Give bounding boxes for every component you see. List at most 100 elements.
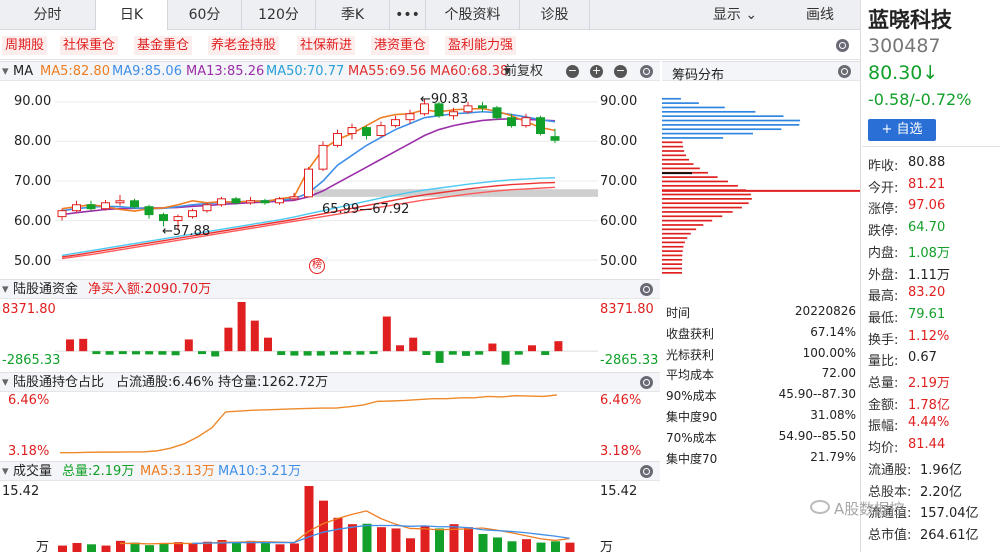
- lgt-bar: [118, 351, 127, 355]
- volume-chart[interactable]: [0, 482, 660, 552]
- lgt-fund-chart[interactable]: [0, 300, 660, 372]
- holding-axis-top: 6.46%: [8, 393, 50, 408]
- price-axis-label: 90.00: [600, 94, 638, 109]
- quote-label: 外盘:: [868, 267, 899, 283]
- quote-label: 最高:: [868, 289, 899, 305]
- quote-value: 1.08万: [908, 245, 950, 261]
- tag-fund-holding[interactable]: 基金重仓: [134, 36, 193, 55]
- chip-bar: [662, 106, 725, 109]
- display-menu[interactable]: 显示 ⌄: [690, 0, 780, 30]
- tab-quarter-k[interactable]: 季K: [316, 0, 390, 30]
- quote-label: 换手:: [868, 332, 899, 348]
- chip-bar: [662, 224, 704, 226]
- display-label: 显示: [712, 6, 741, 23]
- tab-daily-k[interactable]: 日K: [96, 0, 168, 30]
- price-axis-label: 70.00: [14, 174, 52, 189]
- ma9-value: MA9:85.06: [112, 64, 182, 79]
- price-axis-label: 80.00: [14, 134, 52, 149]
- tag-profitability[interactable]: 盈利能力强: [445, 36, 517, 55]
- tab-60min[interactable]: 60分: [168, 0, 242, 30]
- candle-body: [217, 198, 226, 206]
- tag-social-security[interactable]: 社保重仓: [60, 36, 119, 55]
- candle-body: [289, 196, 299, 200]
- chip-stat-value: 20220826: [794, 304, 856, 318]
- lgt-bar: [158, 351, 167, 355]
- chip-bar: [662, 228, 697, 231]
- volume-bar: [232, 542, 241, 552]
- plus-icon[interactable]: +: [590, 65, 603, 78]
- price-axis-label: 90.00: [14, 94, 52, 109]
- quote-value: 81.21: [908, 176, 946, 192]
- tab-120min[interactable]: 120分: [242, 0, 316, 30]
- tab-stock-profile[interactable]: 个股资料: [426, 0, 520, 30]
- rank-badge[interactable]: 榜: [309, 258, 325, 274]
- collapse-icon[interactable]: ▾: [2, 373, 9, 392]
- tag-social-new[interactable]: 社保新进: [297, 36, 356, 55]
- gear-icon[interactable]: [640, 65, 653, 78]
- chip-bar: [662, 158, 689, 161]
- gear-icon[interactable]: [640, 465, 653, 478]
- add-watchlist-button[interactable]: + 自选: [868, 119, 936, 141]
- candle-body: [72, 204, 81, 212]
- volume-bar: [420, 526, 430, 552]
- volume-ma5: MA5:3.13万: [140, 464, 215, 479]
- gear-icon[interactable]: [640, 283, 653, 296]
- volume-bar: [435, 528, 444, 552]
- tag-pension[interactable]: 养老金持股: [208, 36, 280, 55]
- volume-axis-top: 15.42: [2, 484, 40, 499]
- lgt-bar: [145, 351, 154, 355]
- chip-bar: [662, 254, 683, 257]
- holding-ratio-chart[interactable]: [0, 393, 660, 461]
- chip-stat-label: 光标获利: [666, 347, 715, 362]
- watermark: A股数据控: [834, 500, 905, 518]
- collapse-icon[interactable]: ▾: [2, 462, 9, 481]
- tag-hk-capital[interactable]: 港资重仓: [371, 36, 430, 55]
- lgt-bar: [330, 351, 338, 355]
- quote-row: 跌停: 64.70: [868, 220, 998, 239]
- lgt-bar: [475, 351, 484, 355]
- volume-bar: [391, 528, 401, 552]
- candle-body: [260, 200, 270, 204]
- minus-icon[interactable]: −: [566, 65, 579, 78]
- kline-chart[interactable]: [0, 82, 660, 280]
- draw-line-button[interactable]: 画线: [780, 0, 860, 30]
- gear-icon[interactable]: [836, 39, 849, 52]
- gear-icon[interactable]: [640, 376, 653, 389]
- lgt-bar: [435, 351, 444, 363]
- holding-header: ▾ 陆股通持仓占比 占流通股:6.46% 持仓量:1262.72万: [0, 372, 660, 392]
- ma55-value: MA55:69.56: [348, 64, 427, 79]
- chip-bar: [662, 124, 800, 126]
- ma60-line: [61, 186, 556, 260]
- gear-icon[interactable]: [838, 65, 851, 78]
- chip-bar: [662, 141, 683, 144]
- candle-body: [275, 198, 284, 204]
- adjust-label: 前复权: [504, 64, 544, 79]
- lgt-title: 陆股通资金: [13, 282, 79, 297]
- collapse-icon[interactable]: ▾: [2, 280, 9, 299]
- stock-code: 300487: [868, 35, 941, 57]
- volume-bar: [464, 527, 473, 552]
- volume-bar: [145, 545, 154, 552]
- volume-bar: [406, 538, 415, 552]
- holding-title: 陆股通持仓占比: [13, 375, 105, 390]
- tab-timeshare[interactable]: 分时: [0, 0, 96, 30]
- quote-row: 最低: 79.61: [868, 307, 998, 326]
- collapse-icon[interactable]: ▾: [2, 62, 9, 81]
- period-tabs: 分时 日K 60分 120分 季K ••• 个股资料 诊股 显示 ⌄ 画线: [0, 0, 860, 30]
- volume-bar: [348, 524, 357, 552]
- candle-body: [188, 210, 197, 218]
- volume-bar: [319, 500, 328, 552]
- volume-bar: [116, 540, 125, 552]
- chip-stat-value: 100.00%: [802, 345, 856, 360]
- chip-bar: [662, 237, 688, 239]
- tag-cyclical[interactable]: 周期股: [2, 36, 48, 55]
- chip-bar: [662, 258, 683, 261]
- candle-body: [391, 119, 400, 127]
- more-tabs-button[interactable]: •••: [390, 0, 426, 30]
- tab-diagnose[interactable]: 诊股: [520, 0, 590, 30]
- volume-bar: [188, 543, 198, 552]
- minus-icon[interactable]: −: [614, 65, 627, 78]
- chip-bar: [662, 110, 756, 113]
- chip-bar: [662, 176, 718, 178]
- lgt-bar: [343, 351, 352, 355]
